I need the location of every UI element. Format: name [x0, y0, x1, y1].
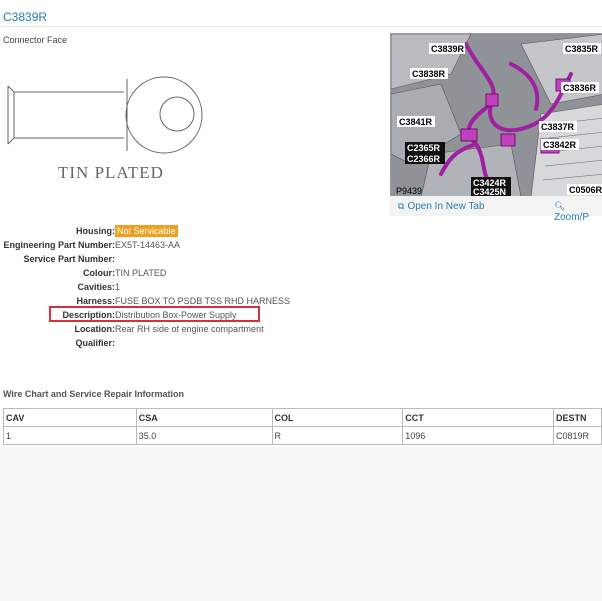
column-header-col: COL — [271, 408, 404, 427]
property-value: 1 — [115, 282, 121, 292]
open-new-tab-icon: ⧉ — [398, 201, 405, 211]
drawing-text: TIN PLATED — [58, 163, 164, 182]
column-header-destn: DESTN — [552, 408, 602, 427]
property-value: TIN PLATED — [115, 268, 167, 278]
engine-bay-illustration: C3839R C3835R C3838R C3836R C3841R C3837… — [391, 34, 602, 197]
callout: C0506R — [569, 185, 602, 195]
housing-status-badge: Not Servicable — [115, 225, 178, 237]
empty-area — [0, 447, 602, 601]
property-value: EX5T-14463-AA — [115, 240, 181, 250]
cell-cav: 1 — [3, 426, 137, 445]
connector-face-drawing: TIN PLATED — [7, 76, 203, 182]
cell-csa: 35.0 — [135, 426, 273, 445]
zoom-label: Zoom/P — [554, 212, 590, 223]
callout: C2366R — [407, 154, 441, 164]
open-new-tab-link[interactable]: ⧉ Open In New Tab — [398, 201, 485, 212]
wire-chart-table: CAV CSA COL CCT DESTN 1 35.0 R 1096 C081… — [3, 408, 602, 445]
description-annotation-box — [49, 306, 260, 322]
photo-toolbar: ⧉ Open In New Tab 🔍︎Zoom/P — [390, 196, 602, 223]
connector-face-label: Connector Face — [3, 35, 68, 45]
property-key: Service Part Number: — [23, 254, 115, 264]
wire-chart-heading: Wire Chart and Service Repair Informatio… — [3, 389, 184, 399]
property-value: Rear RH side of engine compartment — [115, 324, 264, 334]
zoom-icon: 🔍︎ — [554, 201, 566, 211]
property-key: Housing: — [76, 226, 115, 236]
callout: C3836R — [563, 83, 597, 93]
callout: C2365R — [407, 143, 441, 153]
property-key: Colour: — [83, 268, 115, 278]
location-photo[interactable]: C3839R C3835R C3838R C3836R C3841R C3837… — [390, 33, 602, 198]
open-new-tab-label: Open In New Tab — [407, 201, 485, 212]
property-key: Cavities: — [77, 282, 115, 292]
callout: C3842R — [543, 140, 577, 150]
cell-col: R — [271, 426, 404, 445]
zoom-link[interactable]: 🔍︎Zoom/P — [554, 201, 602, 223]
photo-id: P9439 — [396, 186, 422, 196]
column-header-cct: CCT — [402, 408, 554, 427]
property-key: Qualifier: — [75, 338, 115, 348]
property-key: Engineering Part Number: — [3, 240, 115, 250]
callout: C3839R — [431, 44, 465, 54]
title-divider — [0, 26, 602, 27]
cell-destn[interactable]: C0819R — [552, 426, 602, 445]
cell-cct: 1096 — [402, 426, 554, 445]
column-header-cav: CAV — [3, 408, 137, 427]
column-header-csa: CSA — [135, 408, 273, 427]
table-header-row: CAV CSA COL CCT DESTN — [3, 408, 602, 427]
table-row: 1 35.0 R 1096 C0819R — [3, 426, 602, 445]
callout: C3841R — [399, 117, 433, 127]
callout: C3835R — [565, 44, 599, 54]
callout: C3837R — [541, 122, 575, 132]
callout: C3838R — [412, 69, 446, 79]
property-key: Location: — [74, 324, 116, 334]
page-title: C3839R — [3, 10, 48, 24]
